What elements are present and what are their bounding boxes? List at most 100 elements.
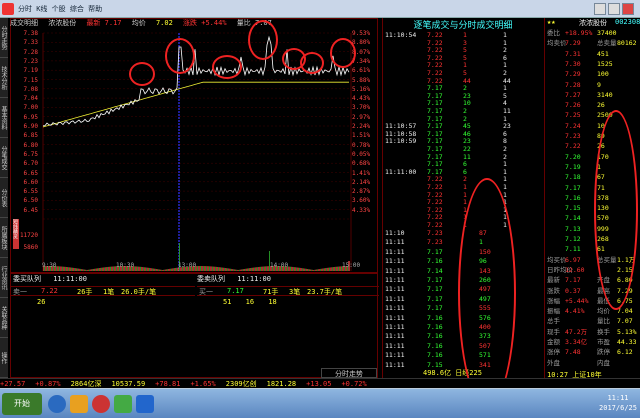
buy-queue-detail: 26 bbox=[37, 298, 46, 306]
trade-time: 11:11 bbox=[385, 266, 405, 275]
quote-value: 7.48 bbox=[565, 348, 581, 357]
percent-label: 5.88% bbox=[352, 76, 371, 84]
quote-value: 7.31 bbox=[565, 49, 581, 58]
intraday-tab[interactable]: 分时走势 bbox=[321, 368, 377, 378]
window-controls[interactable] bbox=[594, 3, 636, 15]
menu-item[interactable]: 帮助 bbox=[88, 5, 102, 13]
app-icon[interactable] bbox=[92, 395, 110, 413]
index-ticker: +27.57 +0.87% 2864亿深 10537.59 +78.81 +1.65% 23… bbox=[0, 378, 640, 388]
trade-time: 11:11 bbox=[385, 313, 405, 322]
star-icon[interactable]: ★★ bbox=[547, 18, 555, 26]
trade-time: 11:11 bbox=[385, 351, 405, 360]
volume-label: 5860 bbox=[23, 244, 38, 251]
close-icon[interactable] bbox=[622, 3, 634, 15]
quote-extra: 均价 bbox=[597, 307, 610, 316]
price-label: 6.90 bbox=[23, 123, 38, 130]
quote-label: 外盘 bbox=[547, 358, 560, 367]
quote-value: 6.97 bbox=[565, 255, 581, 264]
clock: 11:11 2017/6/25 bbox=[598, 393, 638, 415]
price-label: 6.95 bbox=[23, 113, 38, 121]
price-label: 6.85 bbox=[23, 132, 38, 140]
clock-time: 11:11 bbox=[607, 394, 629, 402]
volume-label: 11720 bbox=[19, 232, 38, 239]
ticker-item: 10537.59 bbox=[111, 380, 146, 388]
quote-row: 7.31 451 bbox=[545, 49, 640, 58]
quote-row: 均卖价 7.29 总卖量 80162 bbox=[545, 40, 640, 47]
left-tab[interactable]: 操作 bbox=[0, 338, 8, 378]
price-label: 6.50 bbox=[23, 197, 38, 205]
quote-value: 7.22 bbox=[565, 142, 581, 151]
app-icon[interactable] bbox=[114, 395, 132, 413]
trade-price: 7.16 bbox=[427, 257, 443, 266]
trade-volume: 2 bbox=[463, 107, 467, 115]
left-tab[interactable]: 行业资讯 bbox=[0, 258, 8, 298]
quote-value: 7.18 bbox=[565, 173, 581, 182]
left-tab[interactable]: 所属板块 bbox=[0, 218, 8, 258]
price-label: 7.23 bbox=[23, 57, 38, 65]
quote-value: 12.60 bbox=[565, 265, 585, 274]
quote-extra: 换手 bbox=[597, 327, 610, 336]
quote-value: 7.16 bbox=[565, 193, 581, 202]
percent-label: 0.05% bbox=[352, 150, 371, 158]
quote-value: 7.17 bbox=[565, 183, 581, 192]
quote-value: 7.26 bbox=[565, 101, 581, 110]
quote-label: 振幅 bbox=[547, 307, 560, 316]
quote-label: 涨停 bbox=[547, 348, 560, 357]
left-tab[interactable]: 分笔成交 bbox=[0, 138, 8, 178]
trade-time: 11:11 bbox=[385, 247, 405, 256]
quote-value: 7.13 bbox=[565, 224, 581, 233]
left-tab[interactable]: 分时走势 bbox=[0, 18, 8, 58]
buy-queue-row: 卖一 7.22 26手 1笔 26.0手/笔 bbox=[11, 286, 195, 296]
maximize-icon[interactable] bbox=[608, 3, 620, 15]
queue-cell: 卖一 bbox=[13, 288, 27, 296]
quote-value: 7.19 bbox=[565, 162, 581, 171]
quote-row: 7.25 2500 bbox=[545, 112, 640, 119]
quote-value: 7.27 bbox=[565, 90, 581, 99]
app-logo-icon bbox=[2, 3, 14, 15]
app-icon[interactable] bbox=[48, 395, 66, 413]
price-label: 7.15 bbox=[23, 76, 38, 84]
trade-price: 7.17 bbox=[427, 145, 443, 153]
quote-extra: 市盈 bbox=[597, 338, 610, 346]
left-tab[interactable]: 关联品种 bbox=[0, 298, 8, 338]
quote-extra-value: 44.33 bbox=[617, 338, 637, 346]
percent-label: 2.87% bbox=[352, 188, 371, 196]
percent-label: 1.51% bbox=[352, 132, 371, 140]
quote-row: 7.30 1525 bbox=[545, 60, 640, 68]
ticker-item: +0.72% bbox=[341, 380, 367, 388]
quote-label: 涨跌 bbox=[547, 286, 560, 295]
percent-label: 0.78% bbox=[352, 141, 371, 149]
minimize-icon[interactable] bbox=[594, 3, 606, 15]
clock-date: 2017/6/25 bbox=[599, 404, 637, 412]
left-tab[interactable]: 技术分析 bbox=[0, 58, 8, 98]
trade-volume: 1 bbox=[463, 183, 467, 191]
trade-volume: 1 bbox=[463, 31, 467, 39]
queue-cell: 买一 bbox=[199, 288, 213, 296]
trade-time: 11:11 bbox=[385, 238, 405, 247]
percent-label: 1.41% bbox=[352, 169, 371, 177]
queue-cell: 1笔 bbox=[103, 288, 115, 296]
percent-label: 3.60% bbox=[352, 197, 371, 205]
quote-value: 7.29 bbox=[565, 70, 581, 79]
menu-item[interactable]: 综合 bbox=[70, 5, 84, 13]
trade-time: 11:11 bbox=[385, 304, 405, 313]
menu-bar[interactable]: 分时 K线 个股 综合 帮助 bbox=[18, 4, 178, 14]
trade-price: 7.22 bbox=[427, 31, 443, 39]
left-tab[interactable]: 分价表 bbox=[0, 178, 8, 218]
app-icon[interactable] bbox=[136, 395, 154, 413]
start-button[interactable]: 开始 bbox=[2, 393, 42, 415]
menu-item[interactable]: 分时 bbox=[18, 5, 32, 13]
queue-cell: 3笔 bbox=[289, 288, 301, 296]
quote-value: 47.2万 bbox=[565, 327, 588, 336]
quote-extra: 26 bbox=[597, 101, 605, 110]
title-bar: 分时 K线 个股 综合 帮助 bbox=[0, 0, 640, 18]
left-tab[interactable]: 基本资料 bbox=[0, 98, 8, 138]
price-label: 7.38 bbox=[23, 30, 38, 37]
percent-label: 2.14% bbox=[352, 178, 371, 186]
buy-queue-title: 委买队列 bbox=[13, 275, 41, 283]
quote-row: 金额 3.34亿 市盈 44.33 bbox=[545, 339, 640, 346]
trade-price: 7.17 bbox=[427, 294, 443, 303]
menu-item[interactable]: 个股 bbox=[52, 5, 66, 13]
folder-icon[interactable] bbox=[70, 395, 88, 413]
menu-item[interactable]: K线 bbox=[36, 5, 47, 13]
